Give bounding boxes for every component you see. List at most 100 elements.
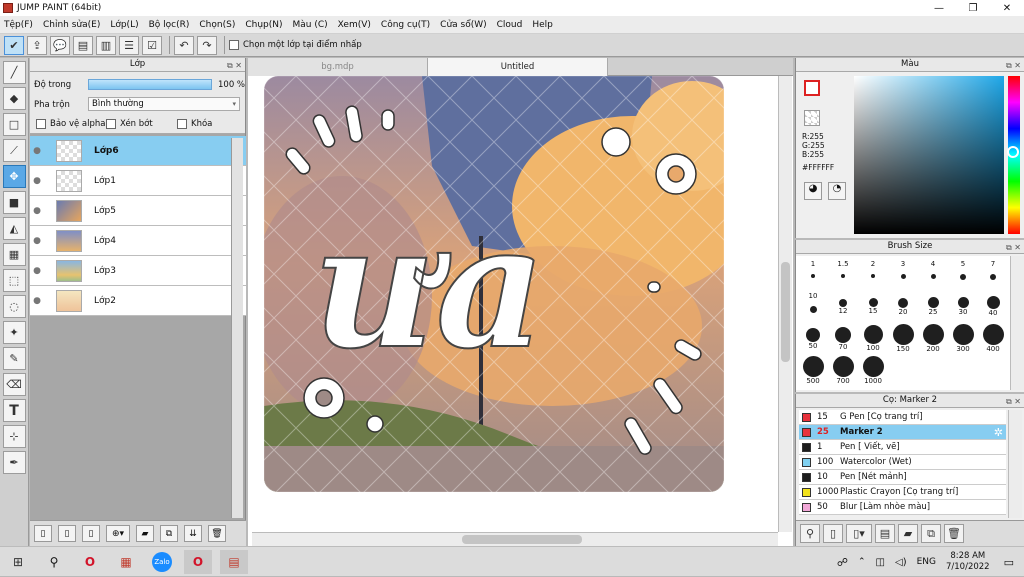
- brush-size-option[interactable]: 150: [888, 324, 918, 354]
- check-icon[interactable]: ✔: [4, 35, 24, 55]
- zalo-icon[interactable]: Zalo: [148, 550, 176, 574]
- layer-scrollbar[interactable]: [231, 138, 243, 518]
- lasso-tool-icon[interactable]: ◌: [2, 295, 26, 318]
- menu-view[interactable]: Xem(V): [338, 20, 371, 30]
- new-layer-icon[interactable]: ▯: [34, 525, 52, 542]
- blend-select[interactable]: Bình thường ▾: [88, 97, 240, 111]
- app-grid-icon[interactable]: ▦: [112, 550, 140, 574]
- gradient-tool-icon[interactable]: ▦: [2, 243, 26, 266]
- folder-icon[interactable]: ▰: [136, 525, 154, 542]
- hue-slider-handle[interactable]: [1007, 146, 1019, 158]
- brush-menu-icon[interactable]: ▯▾: [846, 524, 872, 543]
- note-icon[interactable]: ▤: [73, 35, 93, 55]
- canvas-vscrollbar[interactable]: [778, 76, 792, 532]
- search-icon[interactable]: ⚲: [40, 550, 68, 574]
- brush-item[interactable]: 1000 Plastic Crayon [Cọ trang trí]: [799, 485, 1006, 500]
- people-icon[interactable]: ☍: [837, 556, 848, 569]
- visibility-icon[interactable]: ●: [30, 146, 44, 156]
- move-tool-icon[interactable]: ✥: [2, 165, 26, 188]
- menu-window[interactable]: Cửa sổ(W): [440, 20, 486, 30]
- undo-icon[interactable]: ↶: [174, 35, 194, 55]
- menu-select[interactable]: Chọn(S): [199, 20, 235, 30]
- brush-size-option[interactable]: 10: [798, 292, 828, 322]
- brush-size-option[interactable]: 2: [858, 260, 888, 290]
- language-indicator[interactable]: ENG: [917, 557, 936, 567]
- brush-item[interactable]: 25 Marker 2 ✲: [799, 425, 1006, 440]
- rect-select-tool-icon[interactable]: ⬚: [2, 269, 26, 292]
- brush-size-option[interactable]: 1.5: [828, 260, 858, 290]
- eraser-tool-icon[interactable]: ◆: [2, 87, 26, 110]
- select-eraser-tool-icon[interactable]: ⌫: [2, 373, 26, 396]
- opacity-slider[interactable]: [88, 79, 212, 90]
- list-icon[interactable]: ☰: [119, 35, 139, 55]
- brush-item[interactable]: 1 Pen [ Viết, vẽ]: [799, 440, 1006, 455]
- network-icon[interactable]: ◫: [876, 557, 885, 568]
- menu-capture[interactable]: Chụp(N): [245, 20, 282, 30]
- chevron-up-icon[interactable]: ⌃: [858, 557, 866, 567]
- clock[interactable]: 8:28 AM 7/10/2022: [946, 551, 990, 573]
- panel-window-icon[interactable]: ⧉ ✕: [227, 59, 242, 72]
- brush-size-option[interactable]: 30: [948, 292, 978, 322]
- tab-bg[interactable]: bg.mdp: [248, 58, 428, 76]
- brush-size-option[interactable]: 4: [918, 260, 948, 290]
- eyedropper-tool-icon[interactable]: ✒: [2, 451, 26, 474]
- brush-settings-icon[interactable]: ▤: [875, 524, 895, 543]
- lock-checkbox[interactable]: [177, 119, 187, 129]
- menu-filter[interactable]: Bộ lọc(R): [149, 20, 190, 30]
- export-icon[interactable]: ⇪: [27, 35, 47, 55]
- brush-size-option[interactable]: 700: [828, 356, 858, 386]
- minimize-button[interactable]: —: [922, 0, 956, 16]
- tab-untitled[interactable]: Untitled: [428, 58, 608, 76]
- visibility-icon[interactable]: ●: [30, 266, 44, 276]
- brush-size-option[interactable]: 3: [888, 260, 918, 290]
- bucket-tool-icon[interactable]: ◭: [2, 217, 26, 240]
- jump-paint-taskbar-icon[interactable]: ▤: [220, 549, 248, 574]
- text-tool-icon[interactable]: T: [2, 399, 26, 422]
- panel-window-icon[interactable]: ⧉ ✕: [1006, 241, 1021, 254]
- canvas-viewport[interactable]: ưa: [252, 75, 778, 532]
- brush-size-option[interactable]: 1000: [858, 356, 888, 386]
- clip-checkbox[interactable]: [106, 119, 116, 129]
- layer-row[interactable]: ● Lớp5: [30, 196, 246, 226]
- menu-layer[interactable]: Lớp(L): [110, 20, 138, 30]
- duplicate-brush-icon[interactable]: ⧉: [921, 524, 941, 543]
- menu-cloud[interactable]: Cloud: [497, 20, 523, 30]
- brush-size-option[interactable]: 12: [828, 292, 858, 322]
- layer-row[interactable]: ● Lớp2: [30, 286, 246, 316]
- delete-brush-icon[interactable]: 🗑: [944, 524, 964, 543]
- visibility-icon[interactable]: ●: [30, 236, 44, 246]
- brush-size-option[interactable]: 7: [978, 260, 1008, 290]
- brush-size-option[interactable]: 70: [828, 324, 858, 354]
- brush-size-option[interactable]: 40: [978, 292, 1008, 322]
- brush-size-option[interactable]: 100: [858, 324, 888, 354]
- brush-size-option[interactable]: 500: [798, 356, 828, 386]
- brush-list-scrollbar[interactable]: [1008, 410, 1022, 518]
- panel-window-icon[interactable]: ⧉ ✕: [1006, 59, 1021, 72]
- layer-row[interactable]: ● Lớp1: [30, 166, 246, 196]
- brush-size-scrollbar[interactable]: [1010, 256, 1024, 390]
- fill-rect-tool-icon[interactable]: ■: [2, 191, 26, 214]
- brush-size-option[interactable]: 20: [888, 292, 918, 322]
- primary-color-swatch[interactable]: [804, 80, 820, 96]
- delete-layer-icon[interactable]: 🗑: [208, 525, 226, 542]
- brush-size-option[interactable]: 200: [918, 324, 948, 354]
- brush-size-option[interactable]: 1: [798, 260, 828, 290]
- menu-color[interactable]: Màu (C): [293, 20, 328, 30]
- layer-row[interactable]: ● Lớp4: [30, 226, 246, 256]
- document-icon[interactable]: ▥: [96, 35, 116, 55]
- new-layer-1bit-icon[interactable]: ▯: [82, 525, 100, 542]
- maximize-button[interactable]: ❐: [956, 0, 990, 16]
- duplicate-layer-icon[interactable]: ⧉: [160, 525, 178, 542]
- rectangle-tool-icon[interactable]: □: [2, 113, 26, 136]
- menu-file[interactable]: Tệp(F): [4, 20, 33, 30]
- palette-icon[interactable]: ◕: [804, 182, 822, 200]
- protect-alpha-checkbox[interactable]: [36, 119, 46, 129]
- brush-item[interactable]: 50 Blur [Làm nhòe màu]: [799, 500, 1006, 515]
- new-layer-8bit-icon[interactable]: ▯: [58, 525, 76, 542]
- canvas-hscrollbar[interactable]: [252, 532, 778, 546]
- opera-gx-icon[interactable]: O: [184, 549, 212, 574]
- hue-slider[interactable]: [1007, 76, 1020, 234]
- brush-item[interactable]: 100 Watercolor (Wet): [799, 455, 1006, 470]
- brush-add-icon[interactable]: ▯: [823, 524, 843, 543]
- brush-size-option[interactable]: 50: [798, 324, 828, 354]
